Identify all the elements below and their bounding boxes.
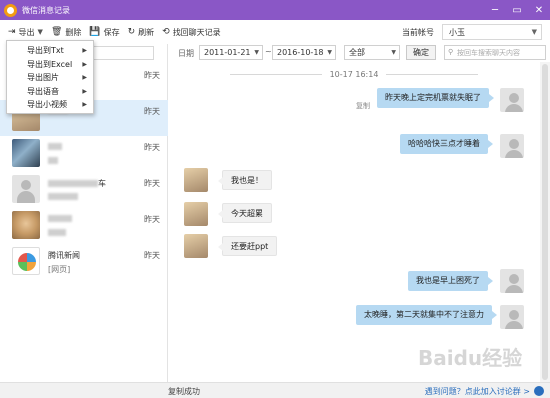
save-button[interactable]: 💾 保存 [89,27,119,38]
chat-preview [48,228,168,238]
chat-time: 昨天 [144,143,160,152]
chevron-down-icon: ▼ [37,28,43,36]
baidu-watermark: Baidu经验 [418,346,523,370]
recover-chat-button[interactable]: ⟲ 找回聊天记录 [162,27,221,38]
message-bubble-outgoing[interactable]: 太晚睡，第二天就集中不了注意力 [356,305,497,325]
maximize-icon[interactable]: ▭ [506,0,528,20]
message-bubble-incoming[interactable]: 还要赶ppt [217,236,278,256]
status-bar: 复制成功 遇到问题？点此加入讨论群 > [0,382,550,398]
chevron-down-icon: ▼ [254,49,259,56]
delete-button[interactable]: 🗑 删除 [51,27,81,38]
chat-search-input[interactable]: ⚲ 按回车搜索聊天内容 [444,45,546,60]
chevron-right-icon: ▶ [82,87,87,95]
export-menu: 导出到Txt ▶ 导出到Excel ▶ 导出图片 ▶ 导出语音 ▶ 导出小视频 ▶ [6,40,94,114]
chat-item[interactable]: 腾讯新闻 [网页] 昨天 [0,244,168,280]
default-avatar-icon [500,305,524,329]
account-label: 当前帐号 [402,28,434,37]
avatar [12,211,40,239]
chevron-right-icon: ▶ [82,60,87,68]
chat-item[interactable]: 昨天 [0,136,168,172]
end-date-picker[interactable]: 2016-10-18 ▼ [272,45,336,60]
avatar [184,234,208,258]
message-type-select[interactable]: 全部 ▼ [344,45,400,60]
chat-time: 昨天 [144,215,160,224]
chevron-right-icon: ▶ [82,101,87,109]
window-title: 微信消息记录 [22,5,70,15]
date-label: 日期 [178,49,194,58]
menu-item-export-voice[interactable]: 导出语音 ▶ [7,85,93,99]
chat-preview [48,156,168,166]
refresh-button[interactable]: ↻ 刷新 [128,27,155,38]
chevron-down-icon: ▼ [391,49,396,56]
message-bubble-outgoing[interactable]: 哈哈哈快三点才睡着 [400,134,493,154]
export-button[interactable]: ⇥ 导出 ▼ [8,27,43,38]
tencent-news-icon [12,247,40,275]
app-logo-icon [4,3,17,17]
trash-icon: 🗑 [50,27,63,37]
chat-preview: [网页] [48,265,71,274]
chevron-right-icon: ▶ [82,47,87,54]
message-bubble-incoming[interactable]: 今天超累 [218,203,272,223]
recover-icon: ⟲ [162,27,170,37]
start-date-picker[interactable]: 2011-01-21 ▼ [199,45,263,60]
message-bubble-outgoing[interactable]: 昨天晚上定完机票就失眠了 [377,88,494,108]
chat-time: 昨天 [144,107,160,116]
feedback-icon[interactable] [534,386,544,396]
confirm-button[interactable]: 确定 [406,45,436,60]
scroll-thumb[interactable] [542,64,548,380]
close-icon[interactable]: ✕ [528,0,550,20]
message-bubble-outgoing[interactable]: 我也是早上困死了 [408,271,493,291]
save-icon: 💾 [89,27,101,37]
message-bubble-incoming[interactable]: 我也是！ [218,170,272,190]
avatar [12,139,40,167]
message-area: 10-17 16:14 复制 昨天晚上定完机票就失眠了 哈哈哈快三点才睡着 我也… [168,62,550,382]
chat-preview [48,192,168,202]
avatar [184,168,208,192]
title-bar: 微信消息记录 ─ ▭ ✕ [0,0,550,20]
copy-link[interactable]: 复制 [356,101,370,111]
filter-bar: 日期 2011-01-21 ▼ ~ 2016-10-18 ▼ 全部 ▼ 确定 ⚲… [168,44,550,62]
window-controls: ─ ▭ ✕ [484,0,550,20]
feedback-link[interactable]: 遇到问题？点此加入讨论群 > [425,386,530,397]
chat-item[interactable]: 车 昨天 [0,172,168,208]
refresh-icon: ↻ [127,27,136,37]
account-select[interactable]: 小玉 ▼ [442,24,542,40]
default-avatar-icon [500,269,524,293]
chat-item[interactable]: 昨天 [0,208,168,244]
default-avatar-icon [500,134,524,158]
date-separator: ~ [265,47,272,56]
menu-item-export-video[interactable]: 导出小视频 ▶ [7,98,93,112]
menu-item-export-images[interactable]: 导出图片 ▶ [7,71,93,85]
chat-time: 昨天 [144,179,160,188]
minimize-icon[interactable]: ─ [484,0,506,20]
avatar [184,202,208,226]
search-icon: ⚲ [448,48,454,56]
chevron-down-icon: ▼ [531,28,537,36]
chat-time: 昨天 [144,71,160,80]
default-avatar-icon [500,88,524,112]
date-divider: 10-17 16:14 [168,70,540,79]
chat-time: 昨天 [144,251,160,260]
status-text: 复制成功 [168,387,200,396]
menu-item-export-excel[interactable]: 导出到Excel ▶ [7,58,93,72]
default-avatar-icon [12,175,40,203]
chevron-right-icon: ▶ [82,74,87,82]
export-icon: ⇥ [8,27,16,37]
chevron-down-icon: ▼ [327,49,332,56]
message-scrollbar[interactable] [540,62,550,382]
menu-item-export-txt[interactable]: 导出到Txt ▶ [7,44,93,58]
